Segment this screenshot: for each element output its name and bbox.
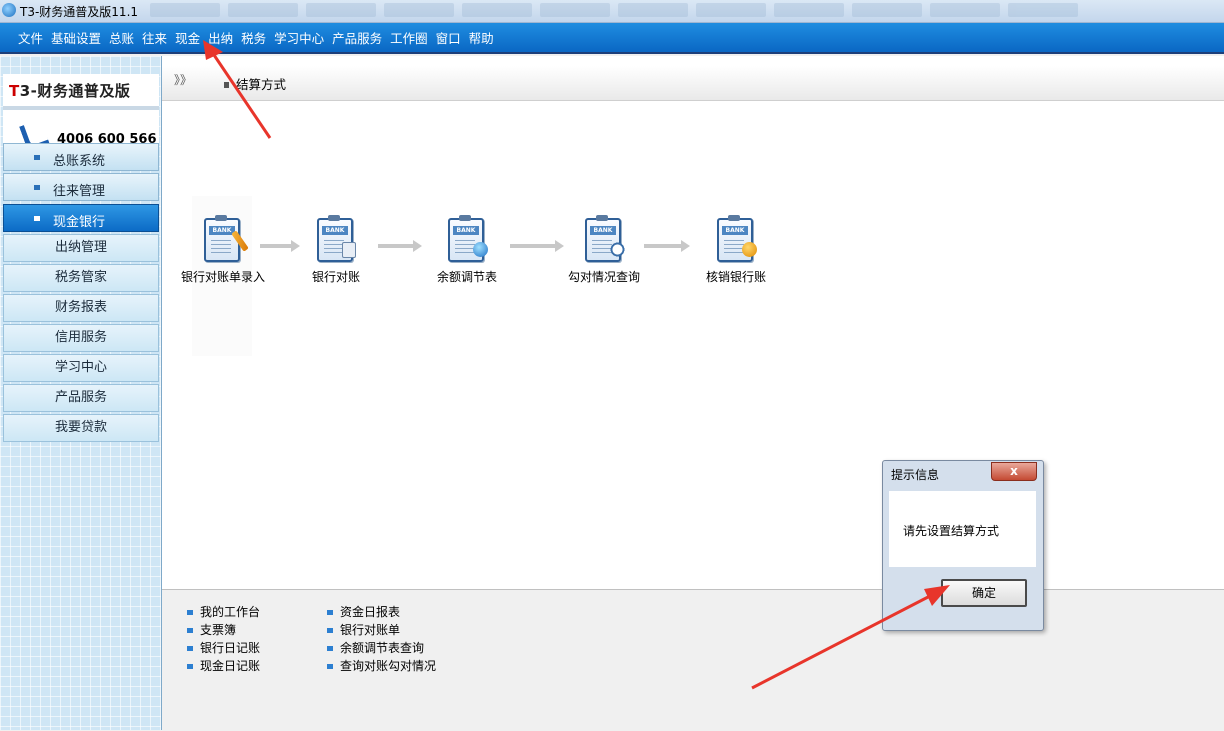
link-reconciliation-check-query[interactable]: 查询对账勾对情况 <box>327 657 436 674</box>
menu-work-circle[interactable]: 工作圈 <box>390 28 428 47</box>
flow-node-bank-statement-entry[interactable]: BANK 银行对账单录入 <box>163 215 283 288</box>
menu-tax[interactable]: 税务 <box>241 28 266 47</box>
documents-icon <box>342 242 356 258</box>
refresh-icon <box>742 242 757 257</box>
sidebar-item-tax-manager[interactable]: 税务管家 <box>3 264 159 292</box>
bullet-icon <box>34 155 40 160</box>
menu-cashier[interactable]: 出纳 <box>208 28 233 47</box>
background-taskbar <box>150 3 1224 19</box>
bullet-icon <box>327 664 333 669</box>
flow-node-write-off-bank-account[interactable]: BANK 核销银行账 <box>676 215 796 288</box>
menu-product-services[interactable]: 产品服务 <box>332 28 382 47</box>
sidebar-item-credit-service[interactable]: 信用服务 <box>3 324 159 352</box>
app-logo-icon <box>2 3 16 17</box>
bullet-icon <box>327 646 333 651</box>
globe-icon <box>473 242 488 257</box>
magnifier-icon <box>610 242 625 257</box>
logo-title: T3-财务通普及版 <box>9 82 131 100</box>
sidebar-item-cashier[interactable]: 出纳管理 <box>3 234 159 262</box>
dialog-message: 请先设置结算方式 <box>903 524 1000 538</box>
sidebar-item-learning-center[interactable]: 学习中心 <box>3 354 159 382</box>
link-checkbook[interactable]: 支票簿 <box>187 621 236 638</box>
flow-node-balance-adjustment[interactable]: BANK 余额调节表 <box>407 215 527 288</box>
menu-general-ledger[interactable]: 总账 <box>109 28 134 47</box>
sidebar-item-financial-reports[interactable]: 财务报表 <box>3 294 159 322</box>
info-dialog: 提示信息 x 请先设置结算方式 确定 <box>882 460 1044 631</box>
link-my-workbench[interactable]: 我的工作台 <box>187 603 260 620</box>
menu-help[interactable]: 帮助 <box>469 28 494 47</box>
sidebar-module-receivables[interactable]: 往来管理 <box>3 173 159 201</box>
bullet-icon <box>327 610 333 615</box>
link-cash-journal[interactable]: 现金日记账 <box>187 657 260 674</box>
bullet-icon <box>327 628 333 633</box>
bullet-icon <box>187 610 193 615</box>
bullet-icon <box>187 664 193 669</box>
ok-button[interactable]: 确定 <box>941 579 1027 607</box>
menu-cash[interactable]: 现金 <box>175 28 200 47</box>
flow-node-bank-reconciliation[interactable]: BANK 银行对账 <box>276 215 396 288</box>
window-title: T3-财务通普及版11.1 <box>20 5 139 19</box>
bullet-icon <box>187 628 193 633</box>
link-bank-journal[interactable]: 银行日记账 <box>187 639 260 656</box>
menu-basic-settings[interactable]: 基础设置 <box>51 28 101 47</box>
sidebar-item-product-services[interactable]: 产品服务 <box>3 384 159 412</box>
breadcrumb-label[interactable]: 结算方式 <box>236 74 286 93</box>
sidebar-module-cash-bank[interactable]: 现金银行 <box>3 204 159 232</box>
breadcrumb-marker-icon <box>224 82 229 88</box>
menu-file[interactable]: 文件 <box>18 28 43 47</box>
sidebar-item-loan[interactable]: 我要贷款 <box>3 414 159 442</box>
sidebar-module-general-ledger[interactable]: 总账系统 <box>3 143 159 171</box>
collapse-chevron-icon[interactable]: 》》 <box>174 71 192 88</box>
menu-bar: 文件 基础设置 总账 往来 现金 出纳 税务 学习中心 产品服务 工作圈 窗口 … <box>0 23 1224 54</box>
bullet-icon <box>34 185 40 190</box>
menu-window[interactable]: 窗口 <box>436 28 461 47</box>
link-balance-adjustment-query[interactable]: 余额调节表查询 <box>327 639 424 656</box>
breadcrumb: 》》 结算方式 <box>162 66 1224 101</box>
bank-clipboard-pen-icon: BANK <box>204 215 240 262</box>
link-bank-statement[interactable]: 银行对账单 <box>327 621 400 638</box>
menu-receivables[interactable]: 往来 <box>142 28 167 47</box>
bullet-icon <box>34 216 40 221</box>
flow-node-check-status-query[interactable]: BANK 勾对情况查询 <box>544 215 664 288</box>
dialog-title: 提示信息 <box>891 468 940 482</box>
link-fund-daily-report[interactable]: 资金日报表 <box>327 603 400 620</box>
quick-links-panel: 我的工作台 支票簿 银行日记账 现金日记账 资金日报表 银行对账单 余额调节表查… <box>162 589 1224 731</box>
menu-learning-center[interactable]: 学习中心 <box>274 28 324 47</box>
close-icon[interactable]: x <box>991 462 1037 481</box>
dialog-body: 请先设置结算方式 <box>889 491 1036 567</box>
bullet-icon <box>187 646 193 651</box>
sidebar: T3-财务通普及版 4006 600 566 总账系统 往来管理 现金银行 出纳… <box>0 56 162 730</box>
window-title-bar: T3-财务通普及版11.1 <box>0 0 1224 23</box>
main-content: 》》 结算方式 BANK 银行对账单录入 BANK 银行对账 BANK 余额调节… <box>162 56 1224 731</box>
